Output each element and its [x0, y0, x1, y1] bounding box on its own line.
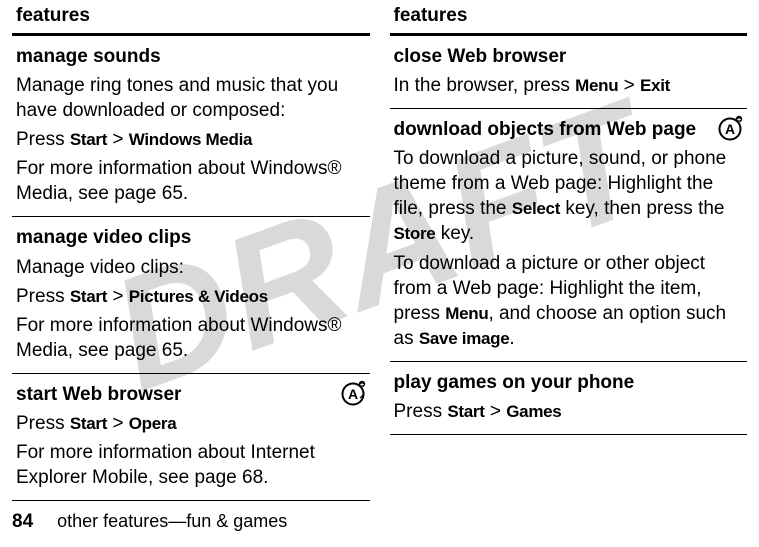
menu-key: Save image	[419, 329, 510, 348]
right-column: features close Web browser In the browse…	[390, 4, 748, 501]
page-content: features manage sounds Manage ring tones…	[0, 0, 759, 501]
cell-body: For more information about Windows® Medi…	[16, 313, 366, 363]
press-label: Press	[16, 286, 70, 307]
cell-title: manage video clips	[16, 225, 366, 250]
menu-path: Start	[70, 130, 107, 149]
svg-text:A: A	[725, 121, 735, 137]
cell-press-line: Press Start > Games	[394, 399, 744, 424]
body-text: .	[509, 328, 514, 349]
cell-body: Manage ring tones and music that you hav…	[16, 73, 366, 123]
press-label: Press	[16, 129, 70, 150]
menu-path: Exit	[640, 76, 670, 95]
separator: >	[618, 75, 640, 96]
cell-body: In the browser, press Menu > Exit	[394, 73, 744, 98]
svg-text:+: +	[737, 117, 741, 124]
separator: >	[485, 401, 507, 422]
svg-text:+: +	[359, 382, 363, 389]
cell-press-line: Press Start > Windows Media	[16, 127, 366, 152]
separator: >	[107, 129, 129, 150]
menu-key: Menu	[445, 304, 488, 323]
svg-text:A: A	[347, 386, 357, 402]
left-column: features manage sounds Manage ring tones…	[12, 4, 370, 501]
cell-title: start Web browser	[16, 382, 366, 407]
network-a-icon: A+	[340, 380, 366, 406]
cell-play-games: play games on your phone Press Start > G…	[390, 362, 748, 435]
page-number: 84	[12, 511, 33, 532]
cell-download-objects: A+ download objects from Web page To dow…	[390, 109, 748, 362]
menu-path: Pictures & Videos	[129, 287, 268, 306]
cell-title: download objects from Web page	[394, 117, 744, 142]
menu-path: Start	[70, 414, 107, 433]
cell-body: To download a picture, sound, or phone t…	[394, 146, 744, 246]
page-footer: 84 other features—fun & games	[12, 511, 287, 533]
cell-body: Manage video clips:	[16, 255, 366, 280]
menu-path: Opera	[129, 414, 177, 433]
cell-manage-sounds: manage sounds Manage ring tones and musi…	[12, 36, 370, 217]
cell-body: For more information about Windows® Medi…	[16, 156, 366, 206]
cell-title: manage sounds	[16, 44, 366, 69]
features-header-right: features	[390, 4, 748, 36]
separator: >	[107, 413, 129, 434]
body-text: key.	[435, 223, 474, 244]
menu-path: Start	[70, 287, 107, 306]
menu-path: Start	[447, 402, 484, 421]
menu-key: Select	[512, 199, 560, 218]
cell-body: To download a picture or other object fr…	[394, 251, 744, 351]
cell-press-line: Press Start > Pictures & Videos	[16, 284, 366, 309]
press-label: Press	[16, 413, 70, 434]
body-text: In the browser, press	[394, 75, 576, 96]
menu-key: Store	[394, 224, 436, 243]
menu-path: Windows Media	[129, 130, 252, 149]
menu-path: Menu	[575, 76, 618, 95]
press-label: Press	[394, 401, 448, 422]
section-title: other features—fun & games	[57, 511, 287, 531]
cell-body: For more information about Internet Expl…	[16, 440, 366, 490]
network-a-icon: A+	[717, 115, 743, 141]
separator: >	[107, 286, 129, 307]
cell-press-line: Press Start > Opera	[16, 411, 366, 436]
cell-close-browser: close Web browser In the browser, press …	[390, 36, 748, 109]
cell-manage-video: manage video clips Manage video clips: P…	[12, 217, 370, 373]
cell-title: close Web browser	[394, 44, 744, 69]
body-text: key, then press the	[560, 198, 724, 219]
cell-start-browser: A+ start Web browser Press Start > Opera…	[12, 374, 370, 501]
features-header-left: features	[12, 4, 370, 36]
cell-title: play games on your phone	[394, 370, 744, 395]
menu-path: Games	[506, 402, 561, 421]
